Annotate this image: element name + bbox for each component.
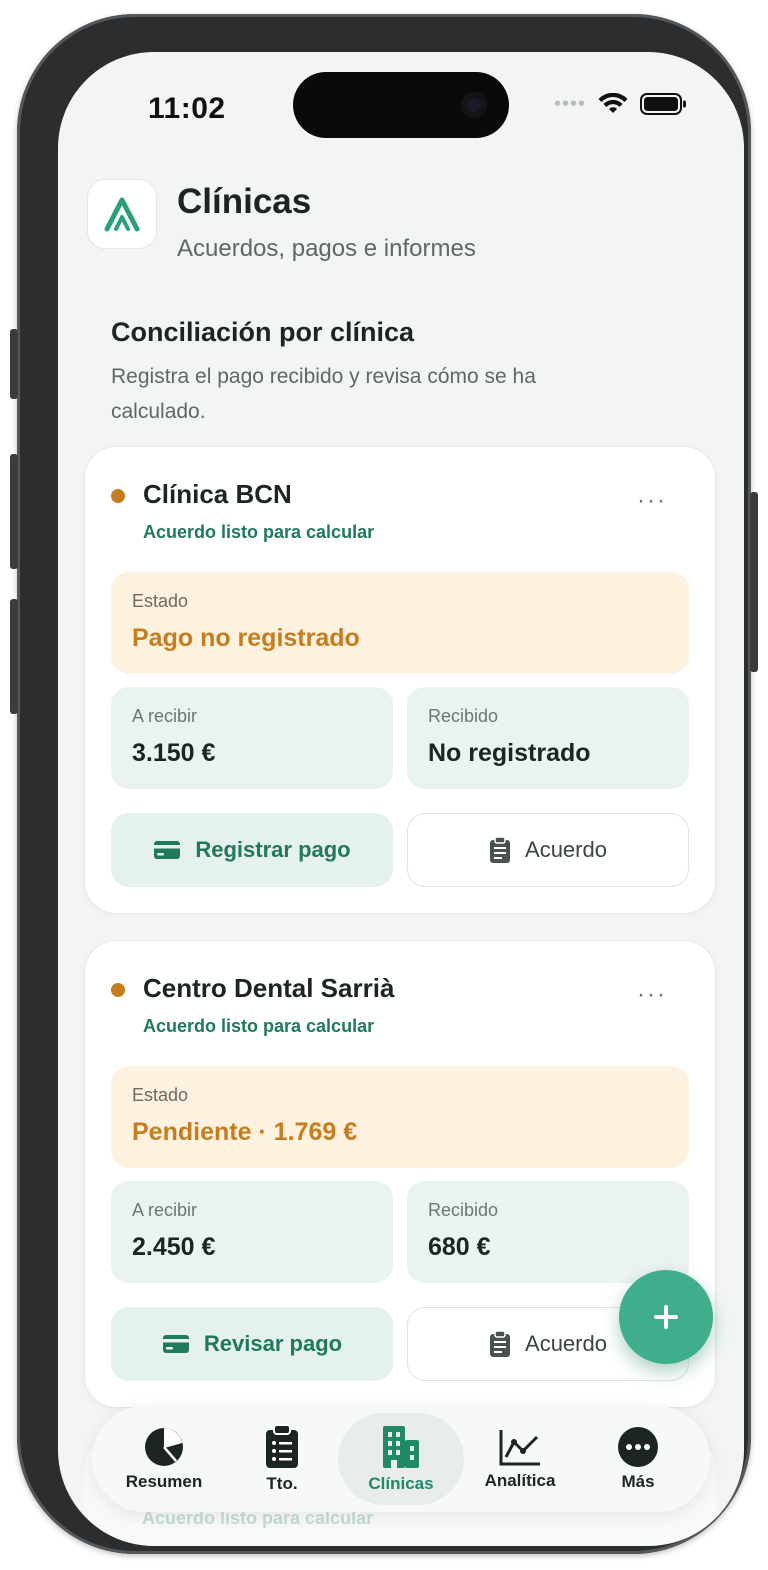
camera-icon (461, 92, 487, 118)
received-label: Recibido (428, 706, 499, 726)
tab-analitica[interactable]: Analítica (461, 1406, 579, 1512)
to-receive-label: A recibir (132, 706, 198, 726)
state-box: Estado Pago no registrado (111, 572, 689, 674)
tab-label: Clínicas (368, 1474, 434, 1493)
more-circle-icon (618, 1427, 658, 1467)
tab-label: Tto. (266, 1474, 298, 1493)
agreement-button[interactable]: Acuerdo (407, 813, 689, 887)
tab-tto[interactable]: Tto. (223, 1406, 341, 1512)
button-label: Acuerdo (525, 837, 607, 862)
battery-icon (640, 93, 686, 115)
received-box: Recibido 680 € (407, 1181, 689, 1283)
page-subtitle: Acuerdos, pagos e informes (177, 235, 476, 262)
received-value: 680 € (428, 1233, 491, 1261)
button-label: Acuerdo (525, 1331, 607, 1356)
dynamic-island (293, 72, 509, 138)
volume-down-button (10, 599, 18, 714)
tab-clinicas[interactable]: Clínicas (338, 1413, 464, 1505)
more-options-button[interactable]: ··· (637, 983, 667, 1007)
add-button[interactable] (619, 1270, 713, 1364)
register-payment-button[interactable]: Registrar pago (111, 813, 393, 887)
state-value: Pendiente · 1.769 € (132, 1118, 358, 1146)
to-receive-box: A recibir 3.150 € (111, 687, 393, 789)
to-receive-label: A recibir (132, 1200, 198, 1220)
line-chart-icon (499, 1430, 540, 1466)
to-receive-box: A recibir 2.450 € (111, 1181, 393, 1283)
state-value: Pago no registrado (132, 624, 360, 652)
state-label: Estado (132, 591, 189, 611)
credit-card-icon (162, 1335, 189, 1353)
state-label: Estado (132, 1085, 189, 1105)
to-receive-value: 2.450 € (132, 1233, 216, 1261)
received-box: Recibido No registrado (407, 687, 689, 789)
clipboard-icon (490, 1330, 511, 1357)
plus-icon (654, 1305, 678, 1329)
wifi-icon (598, 93, 628, 113)
tab-resumen[interactable]: Resumen (105, 1406, 223, 1512)
clinic-name: Clínica BCN (143, 479, 292, 509)
phone-frame: 11:02 •••• Clínicas Acuerdos, pagos e in… (10, 14, 758, 1554)
review-payment-button[interactable]: Revisar pago (111, 1307, 393, 1381)
volume-up-button (10, 454, 18, 569)
button-label: Registrar pago (195, 837, 351, 862)
action-button (10, 329, 18, 399)
power-button (750, 492, 758, 672)
received-value: No registrado (428, 739, 591, 767)
tab-label: Resumen (125, 1472, 203, 1491)
tab-bar: Resumen Tto. Clínicas Analítica Más (92, 1406, 710, 1512)
tab-label: Analítica (484, 1471, 556, 1490)
section-description: Registra el pago recibido y revisa cómo … (111, 365, 536, 423)
section-title: Conciliación por clínica (111, 317, 415, 347)
to-receive-value: 3.150 € (132, 739, 216, 767)
credit-card-icon (154, 841, 181, 859)
state-box: Estado Pendiente · 1.769 € (111, 1066, 689, 1168)
button-label: Revisar pago (203, 1331, 343, 1356)
status-indicators: •••• (554, 92, 688, 116)
clinic-card: Centro Dental Sarrià Acuerdo listo para … (84, 940, 716, 1408)
agreement-status: Acuerdo listo para calcular (143, 1016, 375, 1036)
clipboard-icon (490, 836, 511, 863)
building-icon (383, 1426, 419, 1468)
more-options-button[interactable]: ··· (637, 489, 667, 513)
clinic-name: Centro Dental Sarrià (143, 973, 395, 1003)
app-logo (87, 179, 157, 249)
tab-mas[interactable]: Más (579, 1406, 697, 1512)
status-dot (111, 489, 125, 503)
tab-label: Más (621, 1472, 655, 1491)
page-title: Clínicas (177, 182, 312, 221)
pie-chart-icon (145, 1428, 183, 1466)
status-time: 11:02 (148, 92, 226, 125)
app-logo-icon (104, 197, 140, 232)
agreement-status: Acuerdo listo para calcular (143, 522, 375, 542)
clipboard-list-icon (266, 1424, 298, 1468)
status-dot (111, 983, 125, 997)
signal-icon: •••• (553, 92, 586, 115)
received-label: Recibido (428, 1200, 499, 1220)
clinic-card: Clínica BCN Acuerdo listo para calcular … (84, 446, 716, 914)
screen: 11:02 •••• Clínicas Acuerdos, pagos e in… (58, 52, 744, 1546)
